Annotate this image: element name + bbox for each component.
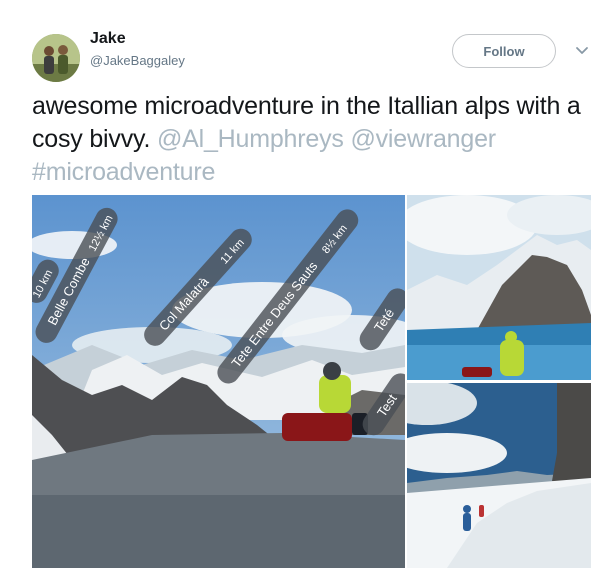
photo-top-right[interactable] <box>407 195 591 380</box>
photo-main[interactable]: Belle Combe 12½ km 10 km Col Malatrà 11 … <box>32 195 405 568</box>
user-avatar-photo <box>32 34 80 82</box>
mountain-photo: Belle Combe 12½ km 10 km Col Malatrà 11 … <box>32 195 405 568</box>
hashtag-link[interactable]: #microadventure <box>32 158 215 186</box>
tweet-header: Jake @JakeBaggaley Follow <box>0 0 615 82</box>
mention-link[interactable]: @Al_Humphreys <box>157 125 344 153</box>
chevron-down-icon[interactable] <box>573 42 591 60</box>
user-handle[interactable]: @JakeBaggaley <box>90 53 185 68</box>
user-name[interactable]: Jake <box>90 30 126 48</box>
tweet-media: Belle Combe 12½ km 10 km Col Malatrà 11 … <box>32 195 591 568</box>
photo-bottom-right[interactable] <box>407 383 591 568</box>
tweet-text: awesome microadventure in the Itallian a… <box>32 90 592 189</box>
mention-link[interactable]: @viewranger <box>350 125 496 153</box>
follow-button[interactable]: Follow <box>452 34 556 68</box>
alpine-peak-photo <box>407 195 591 380</box>
glacier-hikers-photo <box>407 383 591 568</box>
avatar[interactable] <box>32 34 80 82</box>
